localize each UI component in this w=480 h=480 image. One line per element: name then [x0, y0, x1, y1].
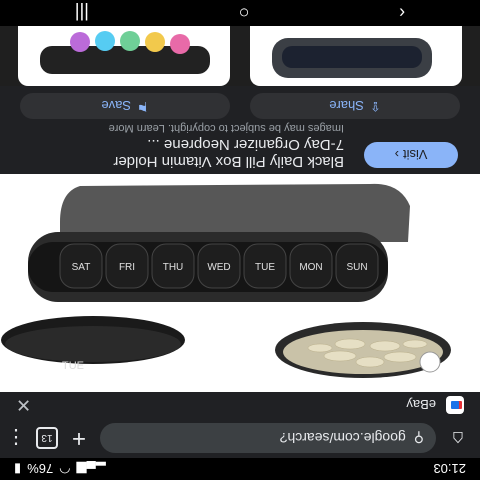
compartment-group: SUN MON TUE WED THU FRI SAT: [59, 243, 379, 289]
system-nav-bar: ‹ ○ |||: [0, 0, 480, 26]
wifi-icon: ◠: [59, 462, 71, 477]
compartment-label-sun: SUN: [346, 262, 367, 273]
compartment-label-fri: FRI: [119, 262, 135, 273]
status-icons: ▂▄▆ ◠ 76% ▮: [14, 461, 106, 478]
compartment-label-thu: THU: [163, 262, 184, 273]
save-label: Save: [101, 98, 131, 114]
share-button[interactable]: ⇪ Share: [250, 93, 460, 119]
tab-switcher-button[interactable]: 13: [36, 427, 58, 449]
compartment-label-sat: SAT: [72, 262, 91, 273]
lens-icon: [419, 351, 441, 373]
site-settings-icon[interactable]: ⚲: [414, 430, 424, 447]
recents-icon[interactable]: |||: [75, 3, 89, 24]
image-source-bar: eBay ✕: [0, 392, 480, 418]
new-tab-button[interactable]: +: [68, 424, 90, 452]
compartment-label-mon: MON: [299, 262, 322, 273]
save-button[interactable]: ⚑ Save: [20, 93, 230, 119]
title-line-1: Black Daily Pill Box Vitamin Holder: [113, 153, 344, 170]
bookmark-icon: ⚑: [137, 99, 149, 114]
ebay-favicon-icon: [446, 396, 464, 414]
address-bar[interactable]: ⚲ google.com/search?: [100, 423, 436, 453]
related-images: [0, 26, 480, 86]
home-circle-icon[interactable]: ○: [239, 3, 250, 24]
product-image[interactable]: SUN MON TUE WED THU FRI SAT TUE: [0, 174, 480, 392]
screen: 21:03 ▂▄▆ ◠ 76% ▮ ⌂ ⚲ google.com/search?…: [0, 0, 480, 480]
compartment-label-wed: WED: [207, 262, 230, 273]
loose-lid-label: TUE: [62, 360, 84, 372]
action-buttons: ⇪ Share ⚑ Save: [20, 93, 460, 119]
visit-button[interactable]: Visit ›: [364, 142, 458, 168]
status-bar: 21:03 ▂▄▆ ◠ 76% ▮: [0, 458, 480, 480]
signal-icon: ▂▄▆: [76, 462, 106, 477]
back-chevron-icon[interactable]: ‹: [399, 3, 405, 24]
browser-toolbar: ⌂ ⚲ google.com/search? + 13 ⋮: [0, 418, 480, 458]
compartment-label-tue: TUE: [255, 262, 275, 273]
copyright-notice: Images may be subject to copyright. Lear…: [108, 122, 344, 134]
share-icon: ⇪: [369, 99, 381, 114]
image-info-panel: Visit › Black Daily Pill Box Vitamin Hol…: [0, 86, 480, 174]
share-label: Share: [329, 98, 364, 114]
status-time: 21:03: [433, 461, 466, 477]
chevron-right-icon: ›: [394, 147, 400, 163]
image-title[interactable]: Black Daily Pill Box Vitamin Holder 7-Da…: [14, 136, 344, 170]
source-site-name[interactable]: eBay: [406, 398, 436, 413]
related-image-2[interactable]: [18, 26, 230, 86]
kebab-menu-icon[interactable]: ⋮: [6, 426, 26, 451]
title-line-2: 7-Day Organizer Neoprene ...: [147, 136, 344, 153]
close-icon[interactable]: ✕: [16, 395, 31, 416]
battery-percent: 76%: [27, 461, 54, 477]
pill-box-illustration: SUN MON TUE WED THU FRI SAT TUE: [1, 183, 451, 378]
related-pillbox-gray-illustration: [272, 38, 432, 78]
url-text: google.com/search?: [279, 430, 406, 446]
battery-icon: ▮: [14, 462, 22, 477]
related-image-1[interactable]: [250, 26, 462, 86]
visit-label: Visit: [403, 147, 428, 163]
related-pillbox-colorful-illustration: [40, 31, 210, 74]
home-icon[interactable]: ⌂: [446, 426, 470, 450]
